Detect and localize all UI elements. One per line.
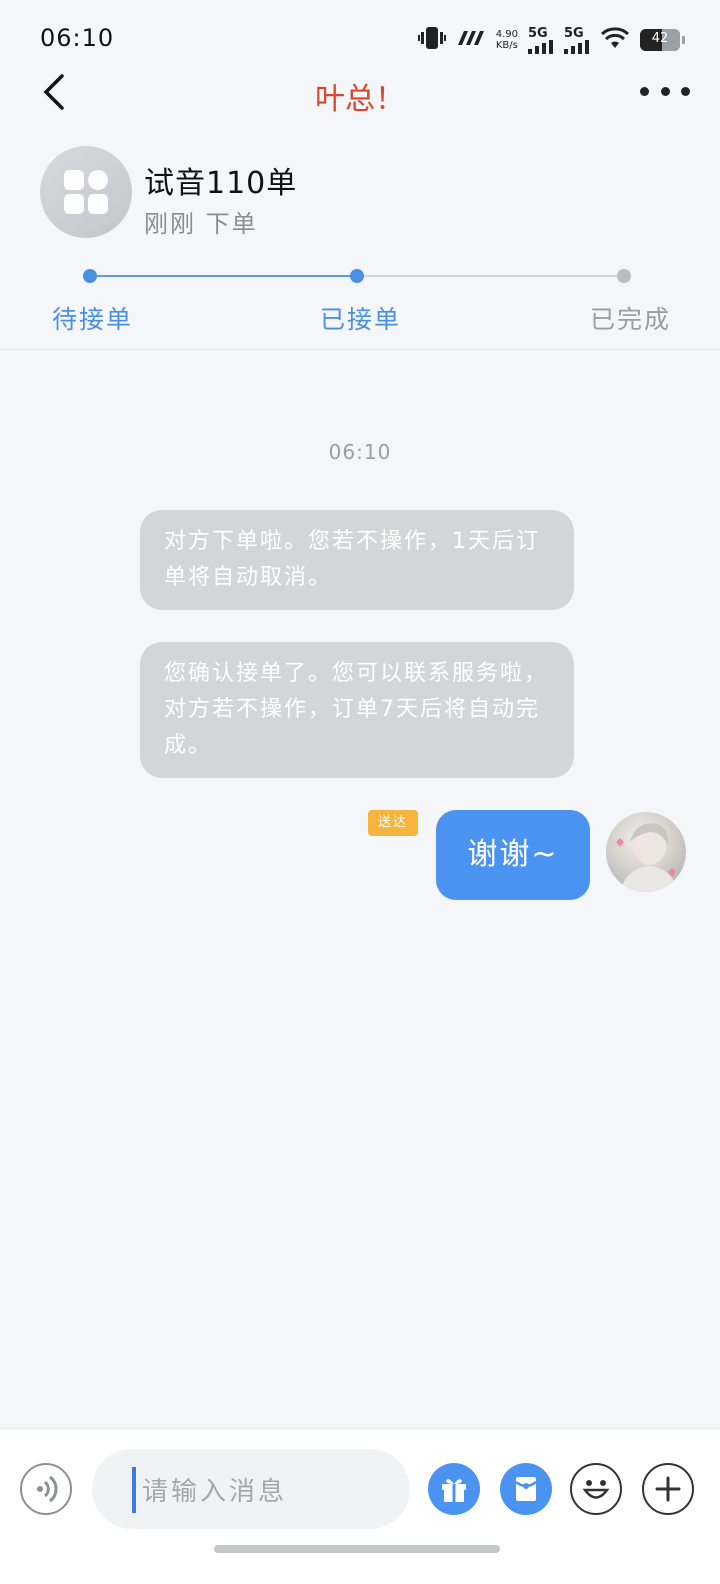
progress-line-active [90, 275, 356, 277]
battery-icon: 42 [640, 29, 685, 51]
plus-button[interactable] [642, 1463, 694, 1515]
gift-button[interactable] [428, 1463, 480, 1515]
chat-timestamp: 06:10 [328, 440, 392, 464]
signal-2-label: 5G [564, 25, 584, 41]
nav-bar: 叶总！ [0, 62, 720, 122]
signal-2: 5G [564, 27, 590, 54]
order-card[interactable]: 试音110单 刚刚 下单 [40, 146, 680, 246]
delivered-badge: 送达 [368, 810, 418, 836]
progress-line-inactive [356, 275, 624, 277]
voice-button[interactable] [20, 1463, 72, 1515]
service-thumbnail-icon [40, 146, 132, 238]
my-message-bubble[interactable]: 谢谢~ [436, 810, 590, 900]
message-input[interactable]: 请输入消息 [92, 1449, 410, 1529]
red-packet-button[interactable] [500, 1463, 552, 1515]
net-speed-value: 4.90 [495, 29, 518, 40]
signal-bars-icon [564, 39, 589, 54]
red-packet-icon [515, 1477, 537, 1501]
progress-step-label: 已接单 [320, 305, 402, 334]
signal-bars-icon [528, 39, 553, 54]
voice-icon [37, 1475, 58, 1503]
signal-1: 5G [528, 27, 554, 54]
text-cursor [132, 1467, 136, 1513]
message-placeholder: 请输入消息 [142, 1477, 288, 1507]
system-message: 对方下单啦。您若不操作，1天后订单将自动取消。 [140, 510, 574, 610]
wifi-icon [600, 26, 630, 54]
nfc-icon [456, 29, 486, 51]
chat-screen: 06:10 4.90 KB/s 5G 5G 42 叶总！ 试音110单 刚刚 下… [0, 0, 720, 1584]
avatar[interactable] [606, 812, 686, 892]
system-message: 您确认接单了。您可以联系服务啦，对方若不操作，订单7天后将自动完成。 [140, 642, 574, 778]
more-dot [681, 86, 690, 96]
more-button[interactable] [640, 78, 690, 104]
status-icons: 4.90 KB/s 5G 5G 42 [417, 26, 685, 54]
net-speed: 4.90 KB/s [496, 29, 518, 51]
progress-step-label: 待接单 [52, 305, 134, 334]
order-title: 试音110单 [144, 166, 298, 201]
progress-dot [617, 269, 631, 283]
gift-icon [442, 1479, 466, 1502]
progress-step-label: 已完成 [590, 305, 672, 334]
plus-icon [655, 1476, 681, 1502]
order-progress: 待接单 已接单 已完成 [0, 260, 720, 350]
signal-1-label: 5G [528, 25, 548, 41]
home-indicator[interactable] [214, 1545, 500, 1553]
more-dot [640, 86, 649, 96]
battery-level: 42 [651, 31, 669, 46]
input-bar: 请输入消息 [0, 1428, 720, 1584]
page-title: 叶总！ [315, 82, 405, 117]
vibrate-icon [417, 26, 446, 54]
order-subtitle: 刚刚 下单 [144, 210, 258, 238]
status-time: 06:10 [40, 24, 115, 52]
emoji-button[interactable] [570, 1463, 622, 1515]
net-speed-unit: KB/s [495, 40, 518, 51]
more-dot [660, 86, 670, 96]
progress-dot [83, 269, 97, 283]
emoji-icon [582, 1480, 610, 1499]
progress-dot [350, 269, 364, 283]
